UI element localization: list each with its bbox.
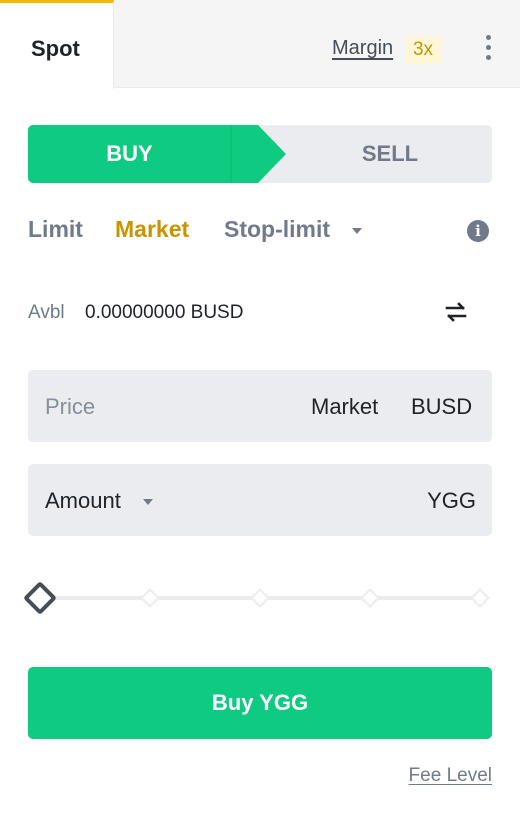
- available-label: Avbl: [28, 302, 65, 323]
- amount-type-dropdown[interactable]: Amount: [45, 488, 121, 514]
- tab-spot[interactable]: Spot: [0, 0, 114, 89]
- sell-button[interactable]: SELL: [288, 125, 492, 183]
- amount-field[interactable]: Amount YGG: [28, 464, 492, 536]
- more-options-icon[interactable]: [478, 33, 500, 63]
- order-type-stop-limit[interactable]: Stop-limit: [224, 216, 330, 243]
- slider-stop-75[interactable]: [360, 588, 380, 608]
- tab-spot-label: Spot: [31, 36, 80, 61]
- buy-arrow-shape: [230, 125, 286, 183]
- chevron-down-icon[interactable]: [352, 228, 362, 234]
- price-value: Market: [311, 394, 379, 419]
- buy-button[interactable]: BUY: [28, 125, 231, 183]
- amount-unit: YGG: [427, 488, 476, 513]
- slider-stop-100[interactable]: [470, 588, 490, 608]
- chevron-down-icon[interactable]: [143, 499, 153, 505]
- buy-sell-toggle: BUY SELL: [28, 125, 492, 183]
- slider-stop-25[interactable]: [140, 588, 160, 608]
- price-unit: BUSD: [411, 394, 473, 419]
- tab-bar: Spot Margin 3x: [0, 0, 520, 89]
- fee-level-link[interactable]: Fee Level: [409, 765, 492, 787]
- buy-submit-button[interactable]: Buy YGG: [28, 667, 492, 739]
- swap-icon[interactable]: [444, 300, 468, 324]
- slider-thumb[interactable]: [23, 581, 57, 615]
- available-balance: 0.00000000 BUSD: [85, 302, 244, 323]
- price-field[interactable]: Price Market BUSD: [28, 370, 492, 442]
- tab-margin[interactable]: Margin: [332, 37, 393, 60]
- order-type-limit[interactable]: Limit: [28, 216, 83, 243]
- info-icon[interactable]: i: [467, 220, 489, 242]
- slider-stop-50[interactable]: [250, 588, 270, 608]
- leverage-badge[interactable]: 3x: [405, 36, 441, 64]
- price-label: Price: [45, 394, 96, 419]
- order-type-market[interactable]: Market: [115, 216, 189, 243]
